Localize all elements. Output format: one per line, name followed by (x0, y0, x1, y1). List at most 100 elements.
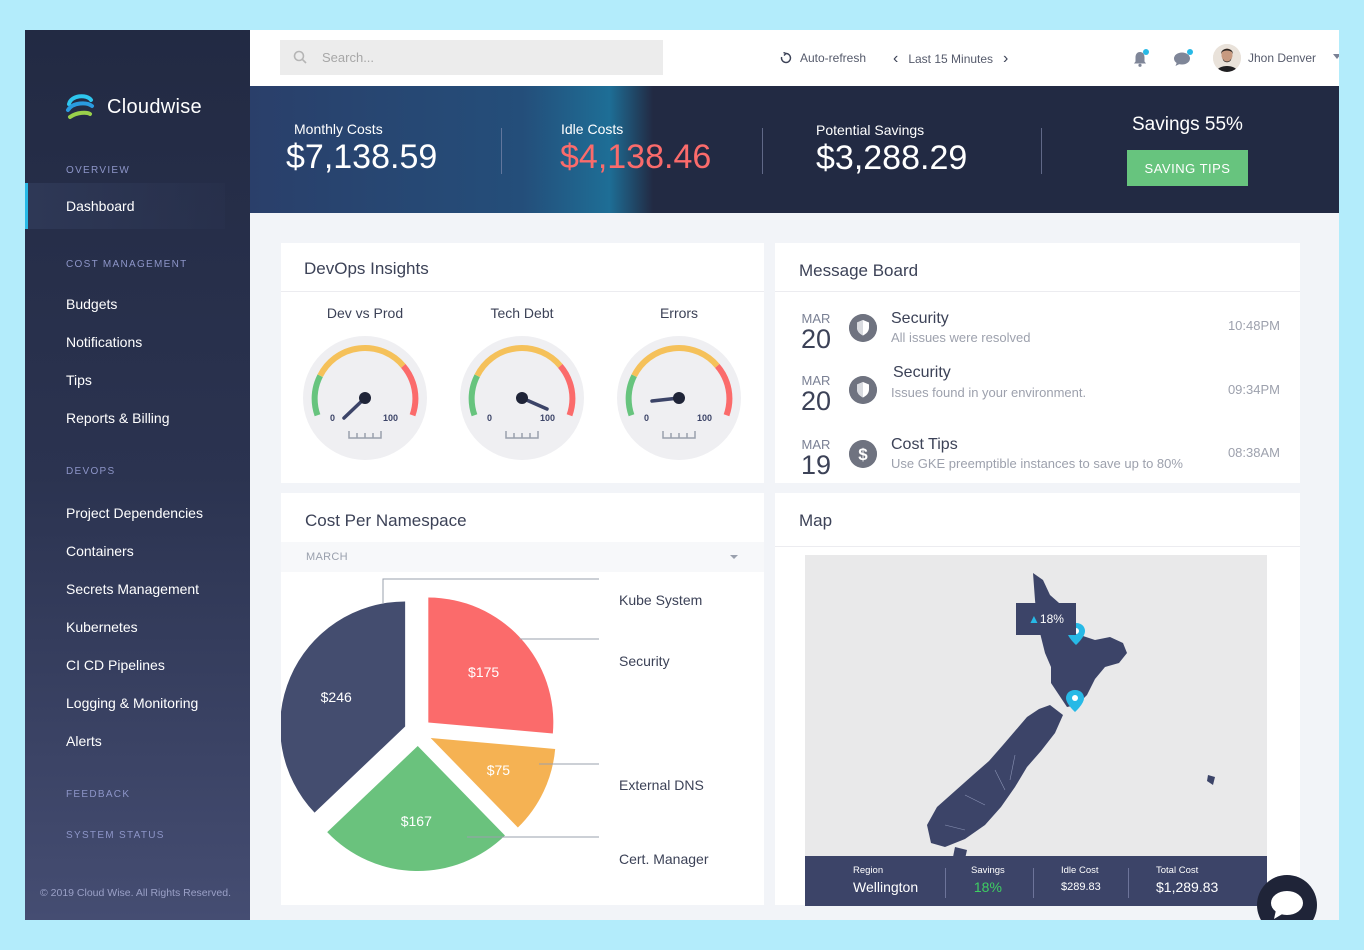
sidebar-item-tips[interactable]: Tips (66, 372, 92, 388)
sidebar-item-label: Dashboard (66, 198, 135, 214)
message-subtitle: All issues were resolved (891, 330, 1031, 345)
search-icon (293, 50, 307, 64)
message-time: 08:38AM (1227, 445, 1280, 460)
svg-text:$: $ (858, 445, 868, 464)
savings-value: 18% (973, 879, 1002, 895)
gauge-max: 100 (697, 413, 712, 423)
shield-icon (849, 376, 877, 404)
time-range-label[interactable]: Last 15 Minutes (908, 52, 993, 66)
gauge-min: 0 (644, 413, 649, 423)
time-range-selector: ‹ Last 15 Minutes › (893, 50, 1008, 68)
gauge-title: Tech Debt (490, 305, 554, 321)
data-label: $75 (487, 762, 511, 778)
divider (762, 128, 763, 174)
message-subtitle: Issues found in your environment. (891, 385, 1087, 400)
sidebar-item-logging-monitoring[interactable]: Logging & Monitoring (66, 695, 198, 711)
message-title: Security (893, 364, 951, 381)
gauge-dial: 0 100 (617, 336, 741, 460)
gauge-errors: Errors 0 100 (616, 305, 742, 461)
chat-button[interactable] (1257, 875, 1317, 920)
notification-dot (1143, 49, 1149, 55)
total-cost-value: $1,289.83 (1156, 879, 1219, 895)
message-board-card: Message Board MAR 20 Security All issues… (775, 243, 1300, 483)
cost-per-namespace-card: Cost Per Namespace MARCH $175 $75 $167 $246… (281, 493, 764, 905)
idle-costs-label: Idle Costs (561, 121, 624, 137)
potential-savings-value: $3,288.29 (816, 139, 968, 177)
gauge-tech-debt: Tech Debt 0 100 (459, 305, 585, 461)
auto-refresh-label: Auto-refresh (800, 51, 867, 65)
user-name[interactable]: Jhon Denver (1248, 51, 1316, 65)
tooltip-value: 18% (1039, 612, 1064, 626)
chevron-right-icon[interactable]: › (1003, 50, 1008, 68)
chevron-left-icon[interactable]: ‹ (893, 50, 898, 68)
divider (501, 128, 502, 174)
data-label: $175 (468, 664, 499, 680)
search-box[interactable] (280, 40, 663, 75)
devops-insights-card: DevOps Insights Dev vs Prod 0 100 Tech D… (281, 243, 764, 483)
region-tooltip: ▲18% (1016, 603, 1076, 635)
sidebar-item-containers[interactable]: Containers (66, 543, 134, 559)
message-time: 09:34PM (1227, 382, 1280, 397)
savings-percentage: Savings 55% (1132, 114, 1243, 135)
sidebar-item-dashboard[interactable]: Dashboard (25, 183, 225, 229)
message-day: 20 (801, 386, 832, 416)
gauge-title: Dev vs Prod (326, 305, 404, 321)
gauge-dial: 0 100 (460, 336, 584, 460)
divider (945, 868, 946, 898)
region-field: Region Wellington (853, 865, 918, 895)
month-filter-select[interactable]: MARCH (281, 542, 764, 572)
divider (281, 291, 764, 292)
legend-external-dns: External DNS (619, 777, 704, 793)
message-title: Security (891, 310, 949, 327)
sidebar-item-kubernetes[interactable]: Kubernetes (66, 619, 138, 635)
card-title: Message Board (799, 261, 919, 280)
gauge-dial: 0 100 (303, 336, 427, 460)
total-cost-label: Total Cost (1156, 865, 1199, 876)
dollar-icon: $ (849, 440, 877, 468)
sidebar-item-notifications[interactable]: Notifications (66, 334, 142, 350)
sidebar-item-reports-billing[interactable]: Reports & Billing (66, 410, 170, 426)
cloudwise-logo-icon (66, 94, 94, 119)
legend-cert-manager: Cert. Manager (619, 851, 709, 867)
sidebar-item-secrets-management[interactable]: Secrets Management (66, 581, 199, 597)
divider (1033, 868, 1034, 898)
shield-icon (849, 314, 877, 342)
messages-button[interactable] (1172, 49, 1193, 69)
region-value: Wellington (853, 879, 919, 895)
card-title: Map (799, 511, 833, 530)
gauge-min: 0 (487, 413, 492, 423)
legend-kube-system: Kube System (619, 592, 703, 608)
notifications-button[interactable] (1130, 49, 1150, 69)
search-input[interactable] (322, 40, 652, 75)
triangle-up-icon: ▲ (1028, 612, 1040, 626)
sidebar-item-system-status[interactable]: SYSTEM STATUS (66, 830, 165, 841)
avatar[interactable] (1213, 44, 1241, 72)
sidebar-item-budgets[interactable]: Budgets (66, 296, 117, 312)
chat-bubble-icon (1271, 891, 1303, 919)
sidebar: Cloudwise OVERVIEW Dashboard COST MANAGE… (25, 30, 250, 920)
gauge-max: 100 (383, 413, 398, 423)
sidebar-item-feedback[interactable]: FEEDBACK (66, 789, 130, 800)
topbar: Auto-refresh ‹ Last 15 Minutes › (250, 30, 1339, 86)
message-day: 20 (801, 324, 832, 354)
sidebar-item-ci-cd-pipelines[interactable]: CI CD Pipelines (66, 657, 165, 673)
sidebar-item-project-dependencies[interactable]: Project Dependencies (66, 505, 203, 521)
monthly-costs-label: Monthly Costs (294, 121, 383, 137)
auto-refresh-button[interactable]: Auto-refresh (780, 51, 866, 65)
brand-logo[interactable]: Cloudwise (65, 92, 202, 122)
message-dot (1187, 49, 1193, 55)
potential-savings-label: Potential Savings (816, 122, 925, 138)
divider (1128, 868, 1129, 898)
divider (775, 546, 1300, 547)
gauge-max: 100 (540, 413, 555, 423)
map-card: Map ▲18% Region Wellington Savings 18% I… (775, 493, 1300, 906)
chevron-down-icon[interactable] (1333, 54, 1339, 59)
gauge-dev-vs-prod: Dev vs Prod 0 100 (302, 305, 428, 461)
idle-costs-value: $4,138.46 (560, 138, 712, 176)
chevron-down-icon (730, 555, 738, 559)
section-cost-management: COST MANAGEMENT (66, 259, 188, 270)
message-date: MAR 20 (801, 373, 832, 416)
sidebar-item-alerts[interactable]: Alerts (66, 733, 102, 749)
month-filter-value: MARCH (306, 551, 348, 563)
saving-tips-button[interactable]: SAVING TIPS (1127, 150, 1248, 186)
